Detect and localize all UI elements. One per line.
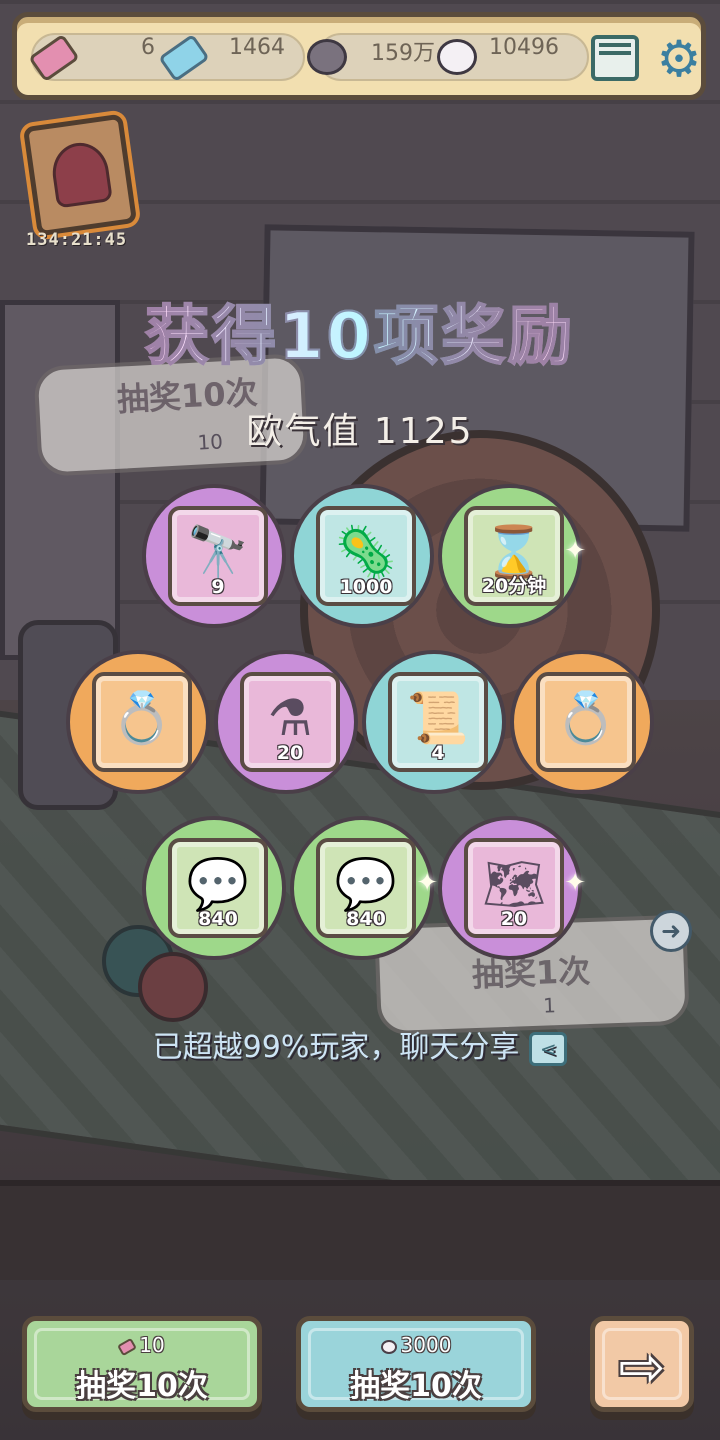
event-card[interactable]	[22, 113, 138, 237]
light-bubble-icon	[380, 1339, 397, 1354]
share-icon[interactable]: ⋖	[529, 1031, 568, 1066]
reward-item[interactable]: 📜 4	[362, 650, 506, 794]
share-row[interactable]: 已超越99%玩家，聊天分享 ⋖	[0, 1022, 720, 1066]
reward-quantity: 20	[500, 908, 528, 930]
reward-quantity: 9	[211, 576, 225, 598]
ticket-icon	[117, 1337, 138, 1356]
map-scroll-icon: 🗺	[482, 855, 546, 913]
reward-item[interactable]: ⌛ 20分钟 ✦	[438, 484, 586, 628]
reward-tile: 📜 4	[388, 672, 488, 772]
potion-bottle-icon: ⚗	[267, 689, 313, 747]
luck-label: 欧气值	[246, 411, 361, 452]
draw10-bubble-cost: 3000	[301, 1333, 531, 1357]
reward-quantity: 840	[346, 908, 386, 930]
light-bubble-icon	[437, 39, 477, 75]
ring-icon: 💍	[110, 689, 174, 747]
reward-tile: 🦠 1000	[316, 506, 416, 606]
event-timer: 134:21:45	[26, 230, 128, 250]
reward-quantity: 840	[198, 908, 238, 930]
reward-item[interactable]: 🔭 9	[142, 484, 286, 628]
draw10-ticket-button[interactable]: 10 抽奖10次	[22, 1316, 262, 1412]
reward-tile: 🔭 9	[168, 506, 268, 606]
reward-tile: 🗺 20	[464, 838, 564, 938]
reward-tile: 💍	[536, 672, 636, 772]
draw10-ticket-cost: 10	[27, 1333, 257, 1357]
reward-quantity: 20分钟	[481, 575, 547, 597]
next-arrow-icon: ➜	[650, 910, 692, 952]
dark-bubble-icon	[307, 39, 347, 75]
light-bubble-count: 10496	[489, 35, 559, 60]
luck-value: 1125	[373, 411, 474, 452]
reward-tile: ⚗ 20	[240, 672, 340, 772]
reward-quantity: 1000	[339, 576, 393, 598]
sparkle-icon: ✦	[416, 868, 438, 898]
draw10-bubble-label: 抽奖10次	[350, 1369, 482, 1404]
reward-item[interactable]: 💬 840	[142, 816, 286, 960]
reward-item[interactable]: ⚗ 20	[214, 650, 358, 794]
draw10-bubble-button[interactable]: 3000 抽奖10次	[296, 1316, 536, 1412]
telescope-icon: 🔭	[186, 523, 250, 581]
reward-item[interactable]: 💬 840 ✦	[290, 816, 438, 960]
blue-ticket-count: 1464	[229, 35, 285, 60]
event-ice-cream-icon	[48, 139, 113, 209]
reward-quantity: 4	[431, 742, 445, 764]
ring-icon: 💍	[554, 689, 618, 747]
dark-bubble-icon: 💬	[334, 855, 398, 913]
ticket-count: 6	[141, 35, 155, 60]
sparkle-icon: ✦	[564, 536, 586, 566]
reward-quantity: 20	[276, 742, 304, 764]
sparkle-icon: ✦	[564, 868, 586, 898]
hourglass-icon: ⌛	[482, 523, 546, 581]
share-text: 已超越99%玩家，聊天分享	[152, 1030, 520, 1065]
cost-value: 10	[139, 1333, 165, 1357]
reward-title: 获得10项奖励	[0, 285, 720, 377]
reward-tile: ⌛ 20分钟	[464, 506, 564, 606]
scroll-icon: 📜	[406, 689, 470, 747]
draw10-ticket-label: 抽奖10次	[76, 1369, 208, 1404]
mail-icon[interactable]	[591, 35, 639, 81]
reward-item[interactable]: 🗺 20 ✦	[438, 816, 586, 960]
dark-bubble-icon: 💬	[186, 855, 250, 913]
gear-icon[interactable]: ⚙	[653, 33, 705, 85]
reward-item[interactable]: 💍	[66, 650, 210, 794]
reward-item[interactable]: 🦠 1000	[290, 484, 434, 628]
reward-tile: 💬 840	[168, 838, 268, 938]
reward-tile: 💍	[92, 672, 192, 772]
next-button[interactable]: ⇨	[590, 1316, 694, 1412]
cost-value: 3000	[400, 1333, 452, 1357]
germ-icon: 🦠	[334, 523, 398, 581]
reward-tile: 💬 840	[316, 838, 416, 938]
resource-bar: 6 1464 159万 10496 ⚙	[12, 12, 706, 100]
reward-item[interactable]: 💍	[510, 650, 654, 794]
luck-value-line: 欧气值 1125	[0, 402, 720, 454]
dark-bubble-count: 159万	[371, 41, 435, 66]
draw1-panel-cost: 1	[542, 993, 557, 1018]
arrow-right-icon: ⇨	[618, 1335, 666, 1400]
